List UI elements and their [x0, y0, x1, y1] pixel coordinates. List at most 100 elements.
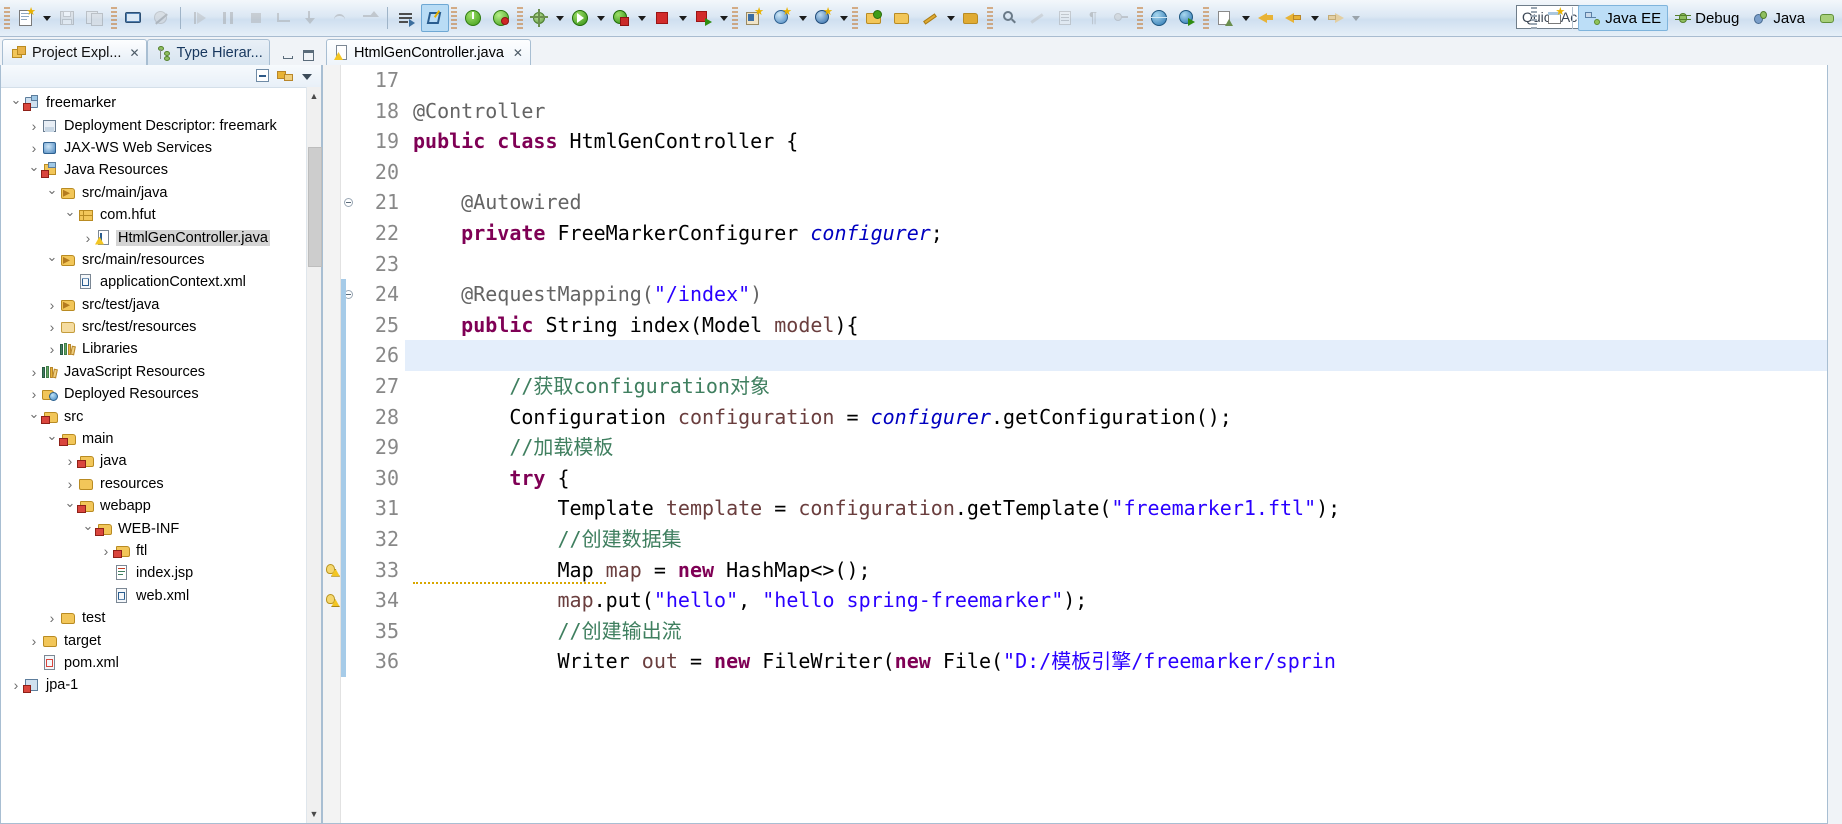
new-wizard-icon[interactable]: ★: [12, 4, 40, 32]
print-icon[interactable]: [119, 4, 147, 32]
tree-item-main[interactable]: main: [1, 428, 321, 450]
tree-item-resources[interactable]: resources: [1, 473, 321, 495]
tree-expand-arrow-icon[interactable]: [45, 319, 59, 335]
tree-expand-arrow-icon[interactable]: [63, 498, 77, 514]
code-line[interactable]: //加载模板: [405, 432, 1827, 463]
tree-expand-arrow-icon[interactable]: [63, 476, 77, 492]
tree-item-java[interactable]: java: [1, 450, 321, 472]
toolbar-grip-9[interactable]: [1203, 7, 1209, 29]
new-annotation-icon[interactable]: [916, 4, 944, 32]
toggle-breakpoint-icon[interactable]: [147, 4, 175, 32]
tree-item-src-test-resources[interactable]: src/test/resources: [1, 316, 321, 338]
perspective-more[interactable]: [1812, 5, 1842, 31]
toolbar-grip-8[interactable]: [1137, 7, 1143, 29]
java-editor[interactable]: 17 18 19 20 21 22 23 24 25 26 27 28 29 30 31 32 33 34 35 36…: [322, 65, 1828, 824]
code-line[interactable]: public class HtmlGenController {: [405, 126, 1827, 157]
tree-item-applicationcontext-xml[interactable]: applicationContext.xml: [1, 271, 321, 293]
open-task-icon[interactable]: [888, 4, 916, 32]
new-annotation-dropdown-arrow[interactable]: [944, 5, 957, 31]
web-run-icon[interactable]: [1173, 4, 1201, 32]
code-line[interactable]: [405, 65, 1827, 96]
forward-dropdown-arrow[interactable]: [1349, 5, 1362, 31]
code-line[interactable]: [405, 157, 1827, 188]
tree-item-libraries[interactable]: Libraries: [1, 338, 321, 360]
collapse-all-icon[interactable]: [255, 68, 271, 84]
debug-run-icon[interactable]: [525, 4, 553, 32]
tree-item-deployment-descriptor-freemark[interactable]: Deployment Descriptor: freemark: [1, 114, 321, 136]
run-coverage-dropdown-arrow[interactable]: [635, 5, 648, 31]
tab-htmlgencontroller[interactable]: HtmlGenController.java ✕: [326, 39, 531, 66]
close-icon[interactable]: ✕: [129, 46, 139, 60]
tree-expand-arrow-icon[interactable]: [63, 207, 77, 223]
tree-expand-arrow-icon[interactable]: [45, 297, 59, 313]
tree-item-test[interactable]: test: [1, 607, 321, 629]
toolbar-grip-3[interactable]: [451, 7, 457, 29]
last-edit-location-icon[interactable]: [421, 4, 449, 32]
tree-expand-arrow-icon[interactable]: [27, 633, 41, 649]
tree-expand-arrow-icon[interactable]: [27, 386, 41, 402]
tree-item-javascript-resources[interactable]: JavaScript Resources: [1, 361, 321, 383]
tree-item-web-xml[interactable]: web.xml: [1, 585, 321, 607]
run-on-server-dropdown-arrow[interactable]: [717, 5, 730, 31]
tree-item-deployed-resources[interactable]: Deployed Resources: [1, 383, 321, 405]
toolbar-grip-6[interactable]: [852, 7, 858, 29]
outline-icon[interactable]: [1051, 4, 1079, 32]
maximize-view-button[interactable]: [302, 49, 315, 62]
server-publish-icon[interactable]: [487, 4, 515, 32]
code-line[interactable]: Map map = new HashMap<>();: [405, 555, 1827, 586]
toolbar-grip-7[interactable]: [987, 7, 993, 29]
perspective-bar-grip[interactable]: [1531, 7, 1538, 29]
tree-item-java-resources[interactable]: Java Resources: [1, 159, 321, 181]
open-resource-icon[interactable]: [957, 4, 985, 32]
run-dropdown-arrow[interactable]: [594, 5, 607, 31]
toolbar-grip[interactable]: [4, 7, 10, 29]
code-line[interactable]: try {: [405, 463, 1827, 494]
warning-quickfix-icon[interactable]: [324, 563, 340, 579]
tree-expand-arrow-icon[interactable]: [45, 252, 59, 268]
tree-item-ftl[interactable]: ftl: [1, 540, 321, 562]
new-java-project-icon[interactable]: ★: [740, 4, 768, 32]
save-icon[interactable]: [53, 4, 81, 32]
tab-type-hierarchy[interactable]: Type Hierar...: [146, 39, 270, 66]
skip-all-breakpoints-icon[interactable]: [393, 4, 421, 32]
run-coverage-icon[interactable]: [607, 4, 635, 32]
code-line[interactable]: @RequestMapping("/index"): [405, 279, 1827, 310]
tree-expand-arrow-icon[interactable]: [99, 543, 113, 559]
link-with-editor-icon[interactable]: [277, 68, 293, 84]
editor-folding-ruler[interactable]: [341, 65, 355, 823]
tree-expand-arrow-icon[interactable]: [81, 230, 95, 246]
tree-item-web-inf[interactable]: WEB-INF: [1, 517, 321, 539]
stop-icon[interactable]: [648, 4, 676, 32]
new-wizard-dropdown-arrow[interactable]: [40, 5, 53, 31]
close-icon[interactable]: ✕: [513, 46, 523, 60]
step-over-icon[interactable]: [326, 4, 354, 32]
tree-expand-arrow-icon[interactable]: [45, 431, 59, 447]
step-into-icon[interactable]: [298, 4, 326, 32]
scroll-thumb[interactable]: [308, 147, 322, 267]
suspend-icon[interactable]: [214, 4, 242, 32]
code-line[interactable]: //创建输出流: [405, 616, 1827, 647]
tree-item-src-main-resources[interactable]: src/main/resources: [1, 249, 321, 271]
project-tree[interactable]: freemarker Deployment Descriptor: freemar…: [1, 88, 321, 823]
tree-expand-arrow-icon[interactable]: [45, 341, 59, 357]
tree-expand-arrow-icon[interactable]: [45, 185, 59, 201]
globe-icon[interactable]: [1145, 4, 1173, 32]
code-line[interactable]: @Controller: [405, 96, 1827, 127]
tree-expand-arrow-icon[interactable]: [27, 162, 41, 178]
warning-quickfix-icon[interactable]: [324, 593, 340, 609]
new-spring-bean-icon[interactable]: ★: [809, 4, 837, 32]
back-dropdown-arrow[interactable]: [1308, 5, 1321, 31]
code-line[interactable]: [405, 340, 1827, 371]
tree-item-target[interactable]: target: [1, 629, 321, 651]
perspective-java[interactable]: Java: [1746, 5, 1812, 31]
step-return-icon[interactable]: [354, 4, 382, 32]
editor-marker-ruler[interactable]: [323, 65, 341, 823]
code-line[interactable]: Writer out = new FileWriter(new File("D:…: [405, 646, 1827, 677]
editor-text[interactable]: @Controller public class HtmlGenControlle…: [405, 65, 1827, 823]
tree-item-htmlgencontroller-java[interactable]: HtmlGenController.java: [1, 226, 321, 248]
new-web-project-dropdown-arrow[interactable]: [796, 5, 809, 31]
paragraph-icon[interactable]: ¶: [1079, 4, 1107, 32]
code-line[interactable]: Template template = configuration.getTem…: [405, 493, 1827, 524]
tree-item-freemarker[interactable]: freemarker: [1, 92, 321, 114]
tree-item-jax-ws-web-services[interactable]: JAX-WS Web Services: [1, 137, 321, 159]
